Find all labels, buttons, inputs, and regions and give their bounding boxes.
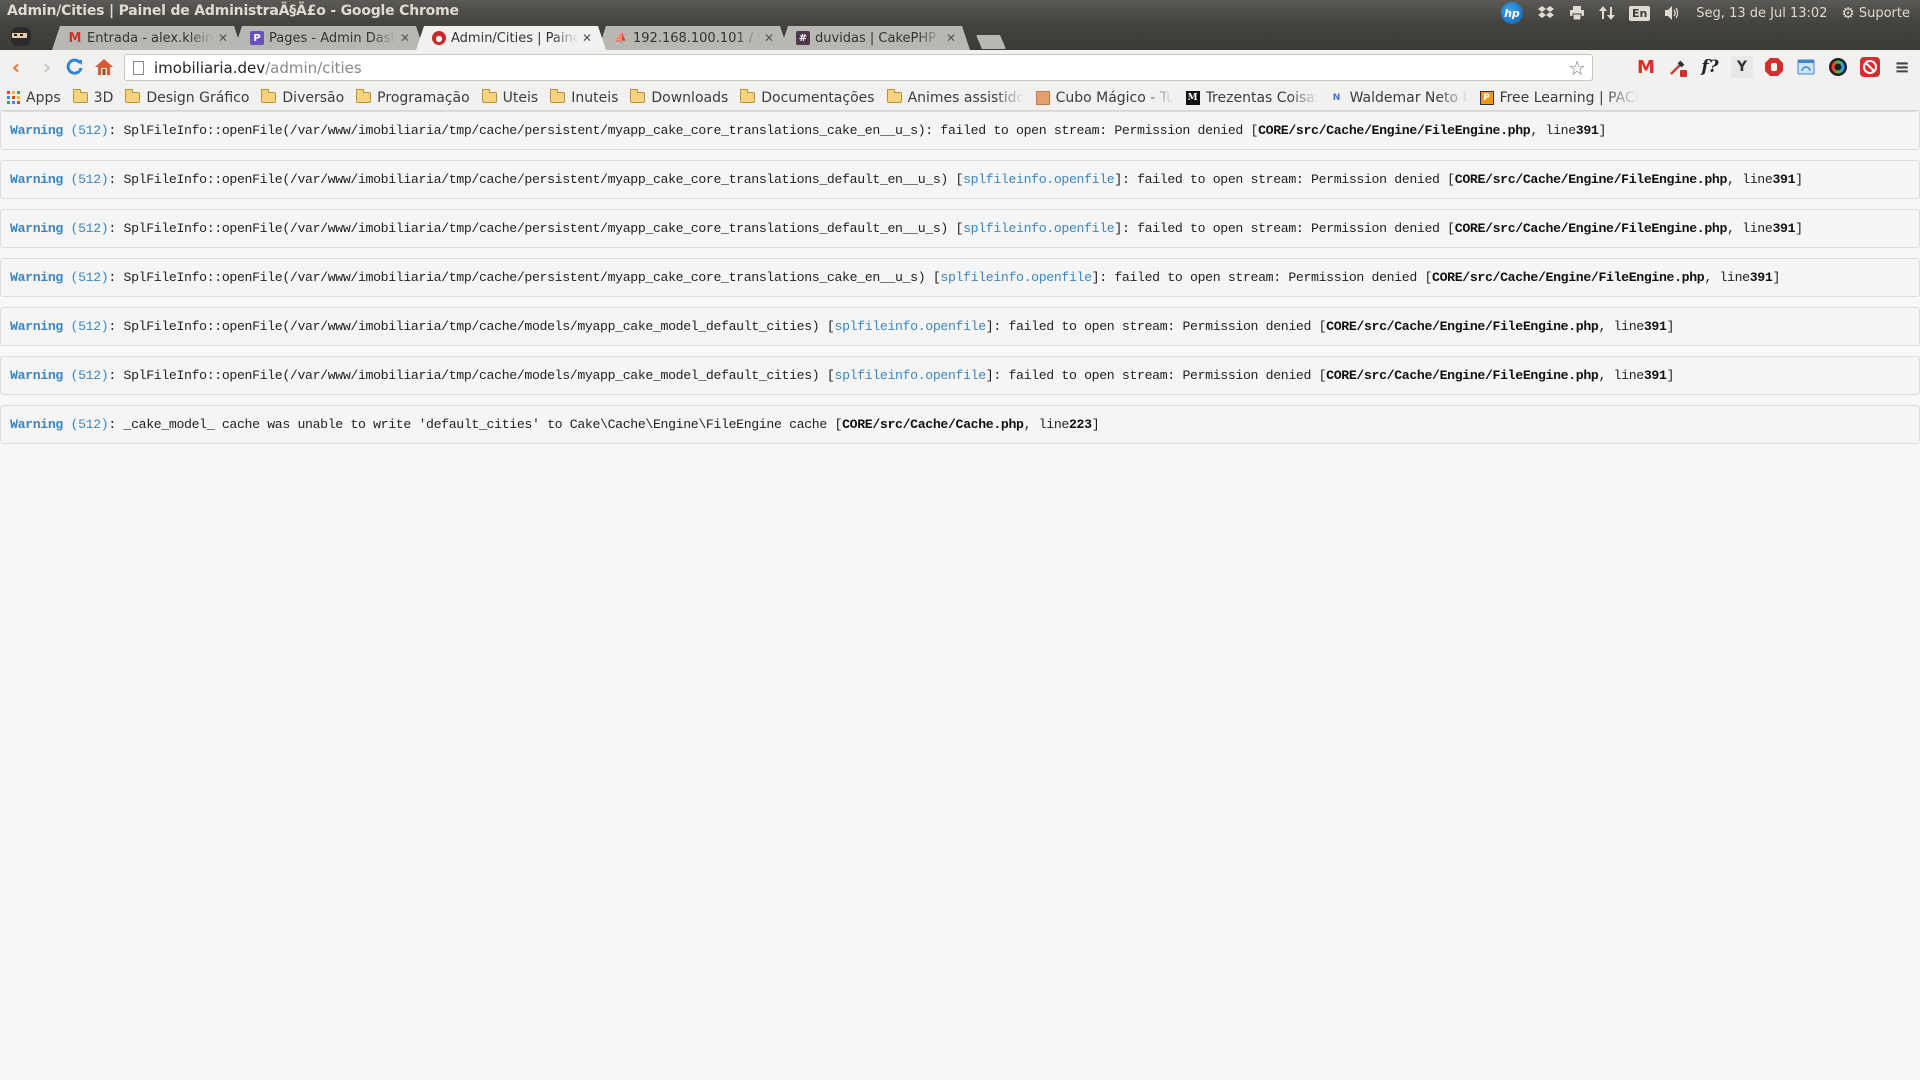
extension-icons: M f? Y ≡ [1635, 56, 1920, 78]
window-title: Admin/Cities | Painel de AdministraÃ§Ã£o… [7, 3, 459, 19]
forward-button[interactable]: › [36, 55, 58, 79]
doc-link[interactable]: splfileinfo.openfile [963, 221, 1115, 236]
hp-icon[interactable]: hp [1500, 2, 1523, 24]
adblock-ext-icon[interactable] [1763, 56, 1785, 78]
page-content: Warning (512): SplFileInfo::openFile(/va… [0, 111, 1920, 1080]
folder-icon [740, 89, 756, 103]
gear-icon: ⚙ [1841, 4, 1855, 22]
warning-message: Warning (512): SplFileInfo::openFile(/va… [0, 258, 1920, 297]
folder-icon [886, 89, 902, 103]
doc-link[interactable]: splfileinfo.openfile [835, 319, 987, 334]
gmail-ext-icon[interactable]: M [1635, 56, 1657, 78]
color-ext-icon[interactable] [1827, 56, 1849, 78]
folder-icon [125, 89, 141, 103]
warning-message: Warning (512): SplFileInfo::openFile(/va… [0, 356, 1920, 395]
close-tab-icon[interactable]: ✕ [218, 31, 228, 45]
folder-icon [356, 89, 372, 103]
folder-icon [550, 89, 566, 103]
bookmark-cubo-magico[interactable]: Cubo Mágico - Tutorial [1035, 90, 1174, 106]
warning-message: Warning (512): SplFileInfo::openFile(/va… [0, 160, 1920, 199]
rubiks-cube-icon [1035, 90, 1050, 105]
printer-icon[interactable] [1569, 3, 1585, 23]
tab-admin-cities[interactable]: ● Admin/Cities | Painel de Administração… [416, 26, 606, 50]
home-icon [95, 59, 113, 75]
tab-gmail[interactable]: M Entrada - alex.kleinubing ✕ [52, 26, 242, 50]
system-indicators: hp En Seg, 13 de Jul 13:02 ⚙ Suporte [1487, 2, 1910, 24]
bookmark-folder-uteis[interactable]: Uteis [481, 89, 538, 106]
reload-icon [66, 58, 83, 75]
bookmark-folder-diversao[interactable]: Diversão [261, 89, 344, 106]
tab-pages-admin[interactable]: P Pages - Admin Dashboard ✕ [234, 26, 424, 50]
reload-button[interactable] [64, 56, 86, 78]
folder-icon [481, 89, 497, 103]
speed-ext-icon[interactable] [1795, 56, 1817, 78]
bookmark-folder-downloads[interactable]: Downloads [630, 89, 728, 106]
bookmark-folder-inuteis[interactable]: Inuteis [550, 89, 618, 106]
close-tab-icon[interactable]: ✕ [582, 31, 592, 45]
tab-phpmyadmin[interactable]: ⛵ 192.168.100.101 / localhost ✕ [598, 26, 788, 50]
doc-link[interactable]: splfileinfo.openfile [835, 368, 987, 383]
browser-toolbar: ‹ › imobiliaria.dev/admin/cities ☆ M f? … [0, 50, 1920, 85]
tab-slack[interactable]: # duvidas | CakePHP Brasil ✕ [780, 26, 970, 50]
back-button[interactable]: ‹ [5, 55, 27, 79]
bookmark-folder-animes[interactable]: Animes assistidos [886, 89, 1024, 106]
doc-link[interactable]: splfileinfo.openfile [940, 270, 1092, 285]
bookmark-folder-programacao[interactable]: Programação [356, 89, 470, 106]
home-button[interactable] [93, 56, 115, 78]
folder-icon [630, 89, 646, 103]
folder-icon [261, 89, 277, 103]
window-titlebar: Admin/Cities | Painel de AdministraÃ§Ã£o… [0, 0, 1920, 50]
keyboard-icon[interactable]: En [1628, 3, 1651, 23]
cakephp-icon: ● [432, 31, 446, 45]
bookmarks-bar: Apps 3D Design Gráfico Diversão Programa… [0, 85, 1920, 111]
clock[interactable]: Seg, 13 de Jul 13:02 [1696, 3, 1827, 23]
close-tab-icon[interactable]: ✕ [400, 31, 410, 45]
volume-icon[interactable] [1664, 3, 1682, 23]
doc-link[interactable]: splfileinfo.openfile [963, 172, 1115, 187]
phpmyadmin-icon: ⛵ [614, 31, 628, 45]
close-tab-icon[interactable]: ✕ [946, 31, 956, 45]
slack-icon: # [796, 31, 810, 45]
bookmark-waldemar-neto[interactable]: NWaldemar Neto blog [1330, 90, 1468, 106]
bookmark-trezentas-coisas[interactable]: M Trezentas Coisas [1185, 90, 1318, 106]
warning-message: Warning (512): SplFileInfo::openFile(/va… [0, 307, 1920, 346]
forward-arrow-icon: › [42, 55, 52, 79]
profile-avatar-icon[interactable] [10, 25, 32, 47]
tab-strip: M Entrada - alex.kleinubing ✕ P Pages - … [52, 26, 1006, 50]
new-tab-button[interactable] [976, 35, 1006, 49]
close-tab-icon[interactable]: ✕ [764, 31, 774, 45]
folder-icon [72, 89, 88, 103]
bookmark-folder-design-grafico[interactable]: Design Gráfico [125, 89, 249, 106]
bookmark-folder-documentacoes[interactable]: Documentações [740, 89, 875, 106]
bookmark-free-learning[interactable]: P Free Learning | PACKT [1479, 90, 1638, 106]
dropbox-icon[interactable] [1537, 3, 1555, 23]
m-logo-icon: M [1185, 90, 1200, 105]
warning-message: Warning (512): _cake_model_ cache was un… [0, 405, 1920, 444]
wn-logo-icon: N [1332, 92, 1341, 103]
bookmark-folder-3d[interactable]: 3D [72, 89, 113, 106]
page-icon [133, 60, 144, 75]
bookmark-apps[interactable]: Apps [7, 90, 61, 106]
font-ext-icon[interactable]: f? [1699, 56, 1721, 78]
apps-grid-icon [7, 91, 20, 104]
network-icon[interactable] [1598, 3, 1615, 23]
warning-message: Warning (512): SplFileInfo::openFile(/va… [0, 111, 1920, 150]
bookmark-star-icon[interactable]: ☆ [1568, 56, 1586, 80]
menu-icon[interactable]: ≡ [1891, 56, 1913, 78]
p-icon: P [250, 31, 264, 45]
eyedropper-ext-icon[interactable] [1667, 56, 1689, 78]
ycombinator-ext-icon[interactable]: Y [1731, 56, 1753, 78]
session-menu[interactable]: ⚙ Suporte [1841, 3, 1910, 23]
address-bar[interactable]: imobiliaria.dev/admin/cities ☆ [124, 54, 1593, 81]
warning-message: Warning (512): SplFileInfo::openFile(/va… [0, 209, 1920, 248]
noscript-ext-icon[interactable] [1859, 56, 1881, 78]
back-arrow-icon: ‹ [11, 55, 21, 79]
packt-icon: P [1479, 90, 1494, 105]
gmail-icon: M [68, 30, 82, 46]
